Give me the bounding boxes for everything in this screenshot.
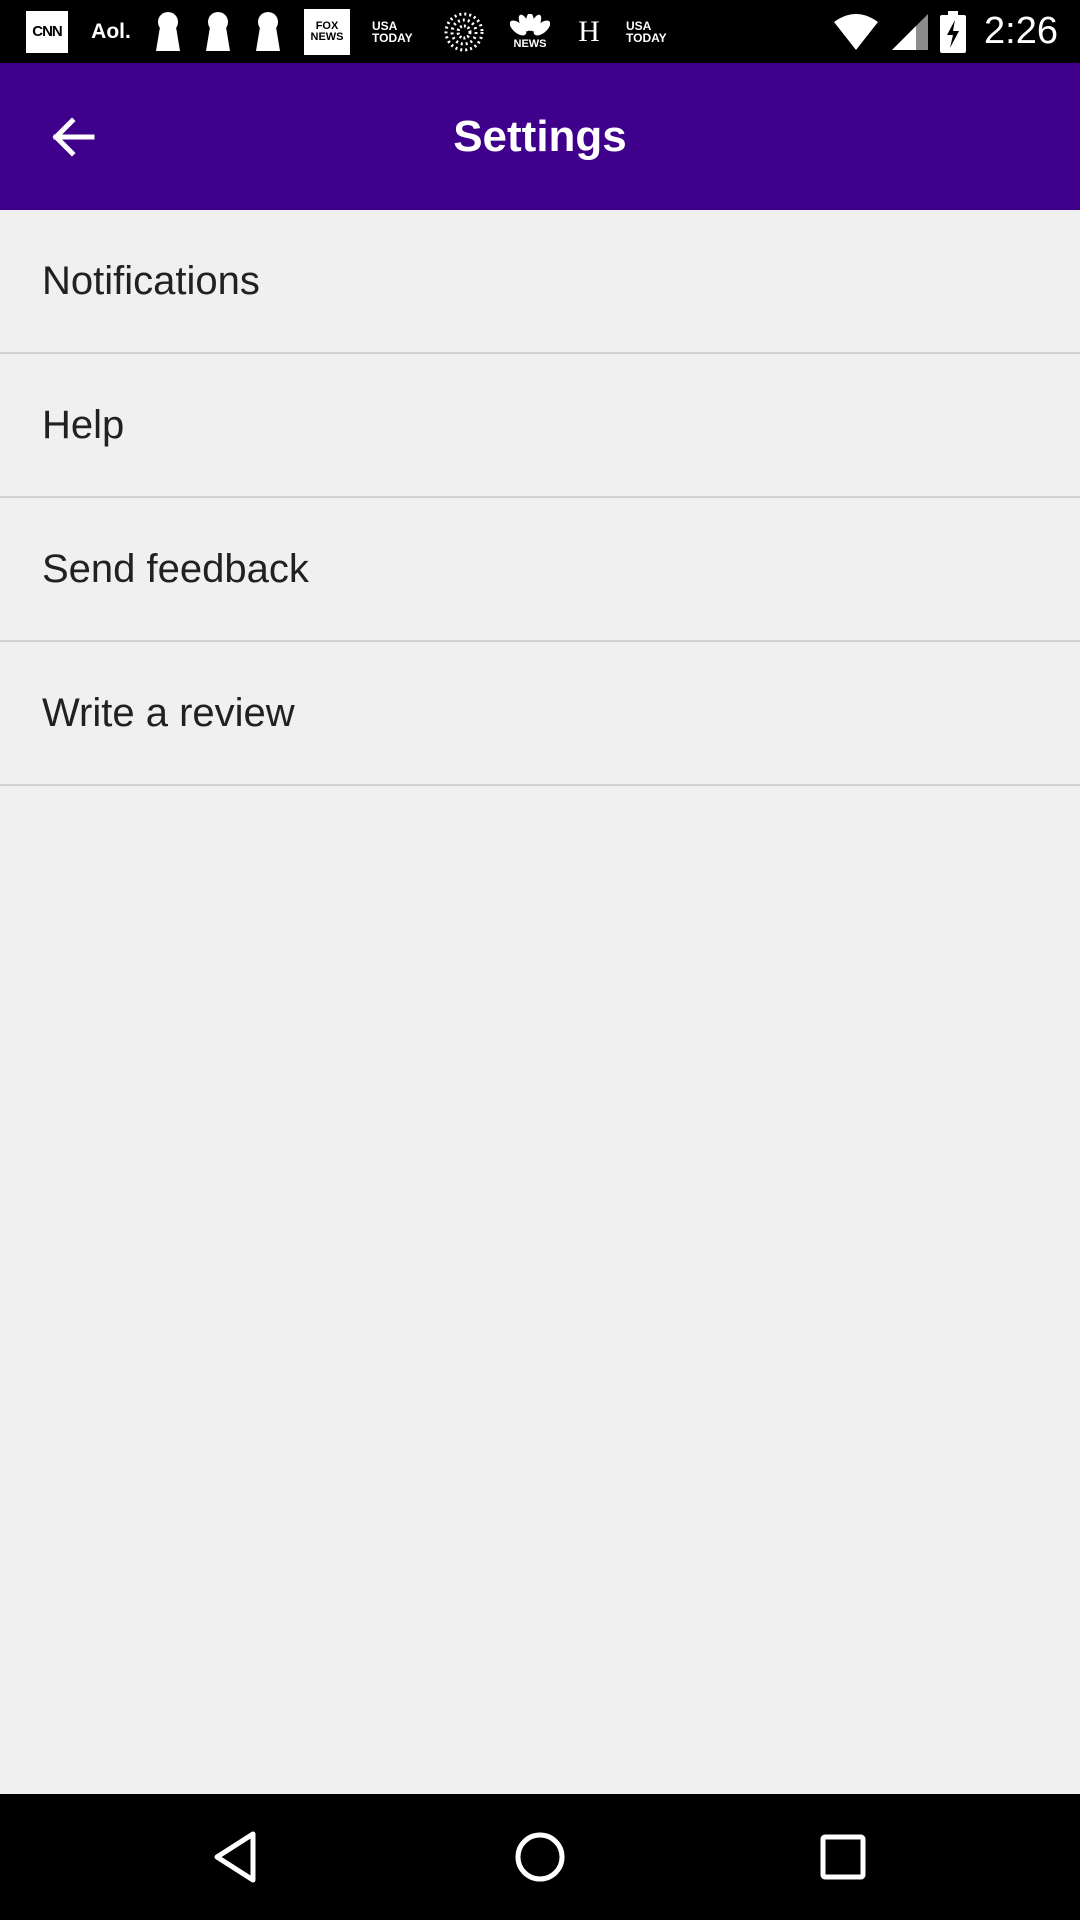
arrow-back-icon <box>52 117 95 157</box>
settings-list: Notifications Help Send feedback Write a… <box>0 210 1080 786</box>
fox-news-icon-text: FOX NEWS <box>310 19 344 43</box>
home-circle-icon <box>515 1832 565 1882</box>
fox-news-icon: FOX NEWS <box>304 8 350 55</box>
settings-item-label: Notifications <box>42 258 260 303</box>
h-icon-text: H <box>578 14 600 48</box>
app-bar: Settings <box>0 63 1080 210</box>
settings-item-label: Write a review <box>42 690 295 735</box>
usa-today-icon-text: USA TODAY <box>372 18 413 45</box>
usa-today-icon: USA TODAY <box>626 10 674 54</box>
aol-icon-text: Aol. <box>91 19 131 43</box>
status-bar: CNN Aol. FOX NEWS USA TODAY NEWS H USA T… <box>0 0 1080 63</box>
usa-today-icon: USA TODAY <box>372 10 420 54</box>
cnn-icon: CNN <box>26 10 68 53</box>
nav-back-button[interactable] <box>200 1822 270 1892</box>
wifi-icon <box>834 13 879 50</box>
keyhole-icon <box>254 10 282 54</box>
settings-item-help[interactable]: Help <box>0 354 1080 498</box>
dotted-circle-icon <box>442 10 486 54</box>
usa-today-icon-text: USA TODAY <box>626 18 667 45</box>
back-button[interactable] <box>40 105 104 169</box>
notification-icons: CNN Aol. FOX NEWS USA TODAY NEWS H USA T… <box>0 0 696 63</box>
nbc-news-icon: NEWS <box>508 10 552 54</box>
page-title: Settings <box>453 111 627 161</box>
battery-charging-icon <box>940 10 967 53</box>
recents-square-icon <box>820 1834 866 1880</box>
settings-item-notifications[interactable]: Notifications <box>0 210 1080 354</box>
nav-home-button[interactable] <box>505 1822 575 1892</box>
aol-icon: Aol. <box>90 10 132 54</box>
system-icons: 2:26 <box>822 0 1058 63</box>
h-icon: H <box>574 10 604 54</box>
nbc-news-icon-text: NEWS <box>513 37 547 50</box>
settings-item-send-feedback[interactable]: Send feedback <box>0 498 1080 642</box>
keyhole-icon <box>154 10 182 54</box>
settings-item-label: Help <box>42 402 125 447</box>
keyhole-icon <box>204 10 232 54</box>
status-time: 2:26 <box>984 10 1058 52</box>
signal-icon <box>892 13 929 50</box>
nav-recents-button[interactable] <box>808 1822 878 1892</box>
settings-item-write-review[interactable]: Write a review <box>0 642 1080 786</box>
back-triangle-icon <box>214 1831 256 1883</box>
cnn-icon-text: CNN <box>32 23 62 40</box>
settings-item-label: Send feedback <box>42 546 309 591</box>
navigation-bar <box>0 1794 1080 1920</box>
